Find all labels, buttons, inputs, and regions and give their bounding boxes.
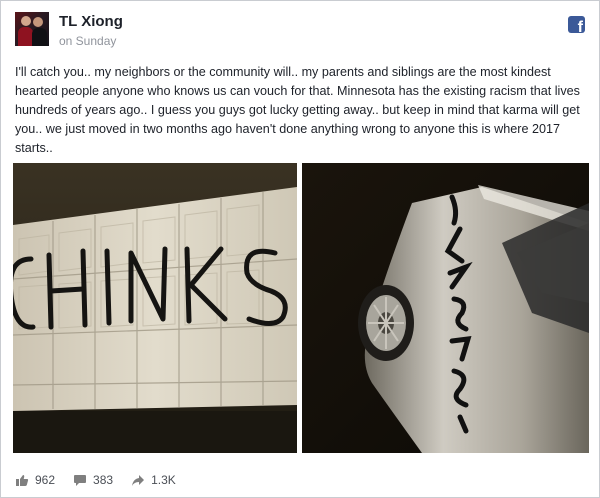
comment-icon — [74, 474, 87, 486]
avatar[interactable] — [15, 12, 49, 46]
post-timestamp[interactable]: on Sunday — [59, 34, 116, 48]
likes-count: 962 — [35, 473, 56, 487]
author-name[interactable]: TL Xiong — [59, 13, 123, 30]
shares-stat[interactable]: 1.3K — [131, 473, 176, 487]
comments-stat[interactable]: 383 — [73, 473, 113, 487]
share-icon — [132, 474, 145, 486]
garage-door-photo[interactable] — [13, 163, 297, 453]
likes-stat[interactable]: 962 — [15, 473, 55, 487]
post-card: TL Xiong on Sunday f I'll catch you.. my… — [0, 0, 600, 498]
car-photo[interactable] — [302, 163, 589, 453]
post-text: I'll catch you.. my neighbors or the com… — [15, 65, 580, 155]
shares-count: 1.3K — [151, 473, 176, 487]
thumbs-up-icon — [16, 474, 29, 486]
facebook-icon[interactable]: f — [568, 16, 585, 33]
comments-count: 383 — [93, 473, 114, 487]
post-stats-bar: 962 383 1.3K — [15, 473, 194, 487]
